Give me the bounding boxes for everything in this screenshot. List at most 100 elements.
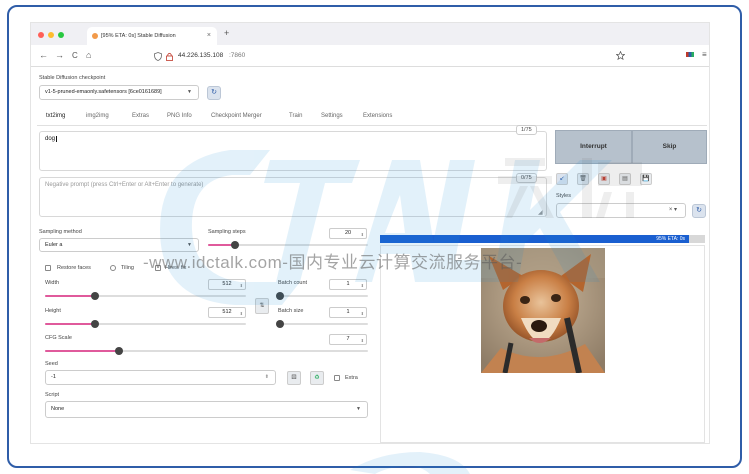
tiling-label: Tiling	[121, 265, 134, 271]
tab-img2img[interactable]: img2img	[86, 113, 109, 119]
script-label: Script	[45, 392, 60, 398]
shield-icon	[154, 52, 162, 61]
browser-window: [95% ETA: 0s] Stable Diffusion × + ← → C…	[30, 22, 710, 444]
styles-select[interactable]: × ▾	[556, 203, 686, 218]
swap-dimensions-button[interactable]: ⇅	[255, 298, 269, 314]
prompt-token-counter: 1/75	[516, 125, 537, 135]
restore-faces-checkbox[interactable]	[45, 265, 51, 271]
trash-icon[interactable]: 🗑	[577, 173, 589, 185]
tab-txt2img[interactable]: txt2img	[46, 113, 66, 120]
close-tab-icon[interactable]: ×	[207, 27, 211, 45]
spinner-icon: ⬍	[264, 374, 269, 380]
height-slider[interactable]	[45, 320, 246, 328]
slider-handle[interactable]	[276, 320, 284, 328]
width-slider[interactable]	[45, 292, 246, 300]
cfg-scale-input[interactable]: 7 ⬍	[329, 334, 367, 345]
negative-prompt-input[interactable]: Negative prompt (press Ctrl+Enter or Alt…	[39, 177, 547, 217]
styles-clear-icon[interactable]: × ▾	[669, 204, 677, 217]
seed-value: -1	[51, 374, 56, 380]
sampling-method-value: Euler a	[45, 242, 63, 248]
close-window-dot[interactable]	[38, 32, 44, 38]
slider-handle[interactable]	[91, 292, 100, 300]
spinner-icon: ⬍	[360, 338, 364, 343]
slider-handle[interactable]	[115, 347, 124, 355]
tab-settings[interactable]: Settings	[321, 113, 343, 119]
menu-icon[interactable]: ≡	[702, 50, 707, 59]
script-select[interactable]: None ▼	[45, 401, 368, 418]
minimize-window-dot[interactable]	[48, 32, 54, 38]
negative-prompt-token-counter: 0/75	[516, 173, 537, 183]
sampling-steps-value: 20	[344, 230, 352, 236]
batch-count-slider[interactable]	[276, 292, 368, 300]
random-seed-dice-icon[interactable]: ⚄	[287, 371, 301, 385]
height-label: Height	[45, 308, 61, 314]
tab-extras[interactable]: Extras	[132, 113, 149, 119]
apply-style-icon[interactable]: ▤	[619, 173, 631, 185]
width-label: Width	[45, 280, 60, 286]
cfg-scale-label: CFG Scale	[45, 335, 72, 341]
slider-handle[interactable]	[91, 320, 100, 328]
tab-checkpoint-merger[interactable]: Checkpoint Merger	[211, 113, 262, 119]
progress-fill	[380, 235, 689, 243]
refresh-checkpoint-button[interactable]: ↻	[207, 86, 221, 100]
batch-size-slider[interactable]	[276, 320, 368, 328]
extra-seed-label: Extra	[345, 375, 358, 381]
forward-button[interactable]: →	[55, 50, 64, 60]
chevron-down-icon: ▼	[356, 406, 361, 412]
reload-button[interactable]: C	[72, 51, 78, 60]
seed-label: Seed	[45, 361, 58, 367]
refresh-styles-button[interactable]: ↻	[692, 204, 706, 218]
prompt-input[interactable]: dog	[39, 131, 547, 171]
back-button[interactable]: ←	[39, 50, 48, 60]
sampling-method-label: Sampling method	[39, 229, 82, 235]
bookmark-star-icon[interactable]	[616, 51, 625, 60]
batch-count-input[interactable]: 1 ⬍	[329, 279, 367, 290]
reuse-seed-recycle-icon[interactable]: ♻	[310, 371, 324, 385]
new-tab-button[interactable]: +	[224, 28, 229, 38]
slider-handle[interactable]	[276, 292, 284, 300]
spinner-icon: ⬍	[239, 283, 243, 288]
tab-extensions[interactable]: Extensions	[363, 113, 392, 119]
batch-count-label: Batch count	[278, 280, 308, 286]
url-bar[interactable]: 44.226.135.108 :7860	[154, 48, 631, 64]
checkpoint-select[interactable]: v1-5-pruned-emaonly.safetensors [6ce0161…	[39, 85, 199, 100]
batch-size-label: Batch size	[278, 308, 304, 314]
height-input[interactable]: 512 ⬍	[208, 307, 246, 318]
home-button[interactable]: ⌂	[86, 50, 91, 60]
browser-tab[interactable]: [95% ETA: 0s] Stable Diffusion ×	[87, 27, 217, 45]
nav-bar: ← → C ⌂ 44.226.135.108 :7860 ≡	[31, 45, 709, 67]
spinner-icon: ⬍	[360, 232, 364, 237]
sampling-steps-input[interactable]: 20 ⬍	[329, 228, 367, 239]
sampling-steps-slider[interactable]	[208, 241, 368, 249]
interrupt-button[interactable]: Interrupt	[555, 130, 632, 164]
extra-seed-checkbox[interactable]	[334, 375, 340, 381]
spinner-icon: ⬍	[360, 311, 364, 316]
read-params-icon[interactable]: ↙	[556, 173, 568, 185]
negative-prompt-placeholder: Negative prompt (press Ctrl+Enter or Alt…	[45, 182, 204, 188]
progress-text: 95% ETA: 0s	[656, 236, 685, 242]
extra-networks-icon[interactable]: ▣	[598, 173, 610, 185]
resize-handle-icon[interactable]: ◢	[538, 209, 543, 216]
styles-label: Styles	[556, 193, 571, 199]
tiling-checkbox[interactable]	[110, 265, 116, 271]
batch-count-value: 1	[346, 281, 350, 287]
batch-size-value: 1	[346, 309, 350, 315]
tab-train[interactable]: Train	[289, 113, 302, 119]
spinner-icon: ⬍	[239, 311, 243, 316]
tab-bar: [95% ETA: 0s] Stable Diffusion × +	[31, 23, 709, 45]
seed-input[interactable]: -1 ⬍	[45, 370, 276, 385]
tab-png-info[interactable]: PNG Info	[167, 113, 192, 119]
cfg-scale-slider[interactable]	[45, 347, 368, 355]
width-input[interactable]: 512 ⬍	[208, 279, 246, 290]
extension-icon[interactable]	[686, 52, 694, 57]
script-value: None	[51, 406, 65, 412]
cfg-scale-value: 7	[346, 336, 350, 342]
save-style-icon[interactable]: 💾	[640, 173, 652, 185]
maximize-window-dot[interactable]	[58, 32, 64, 38]
skip-button[interactable]: Skip	[632, 130, 707, 164]
generation-progress-bar: 95% ETA: 0s	[380, 235, 705, 243]
prompt-text: dog	[45, 136, 56, 142]
width-value: 512	[222, 281, 232, 287]
batch-size-input[interactable]: 1 ⬍	[329, 307, 367, 318]
watermark-text: -www.idctalk.com-国内专业云计算交流服务平台-	[143, 253, 523, 272]
